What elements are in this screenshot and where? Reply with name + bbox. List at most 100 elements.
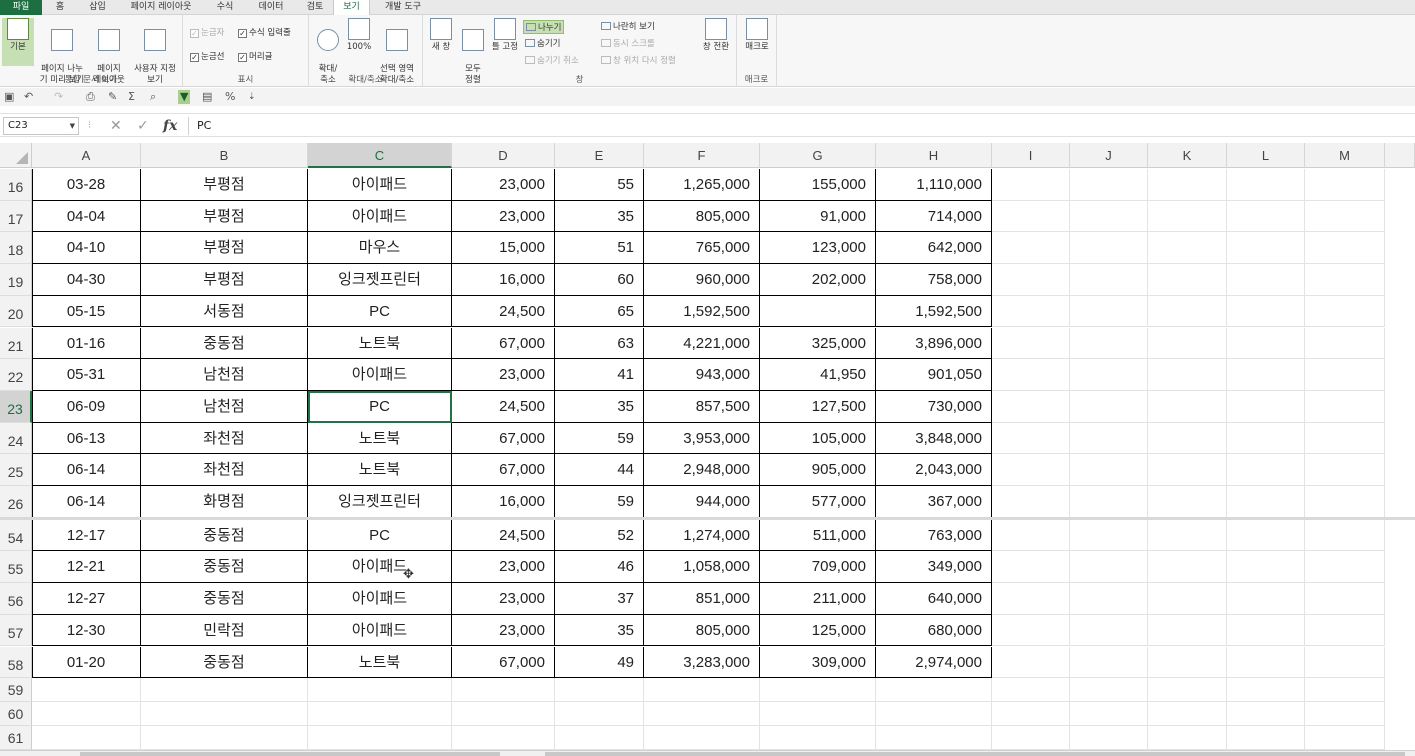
empty-cell[interactable] — [32, 726, 141, 751]
undo-icon[interactable]: ↶ — [24, 90, 33, 104]
cell-g23[interactable]: 127,500 — [760, 390, 876, 423]
cell-c20[interactable]: PC — [308, 295, 452, 328]
cell-a19[interactable]: 04-30 — [32, 264, 141, 296]
horizontal-scrollbar[interactable] — [0, 750, 1415, 756]
cell-b57[interactable]: 민락점 — [141, 614, 308, 647]
cell-g19[interactable]: 202,000 — [760, 264, 876, 296]
empty-cell[interactable] — [992, 264, 1070, 296]
empty-cell[interactable] — [644, 702, 760, 727]
zoom-button[interactable]: 확대/ 축소 — [311, 18, 345, 85]
row-header[interactable]: 56 — [0, 583, 32, 615]
empty-cell[interactable] — [32, 678, 141, 703]
empty-cell[interactable] — [992, 551, 1070, 584]
empty-cell[interactable] — [1227, 169, 1305, 201]
cell-d26[interactable]: 16,000 — [452, 486, 555, 518]
ribbon-tab[interactable]: 데이터 — [245, 0, 297, 15]
empty-cell[interactable] — [1227, 327, 1305, 360]
empty-cell[interactable] — [992, 726, 1070, 751]
empty-cell[interactable] — [1148, 726, 1227, 751]
scrollbar-thumb-right[interactable] — [545, 752, 1405, 756]
gridlines-checkbox[interactable]: ✓ 눈금선 — [190, 51, 224, 63]
cell-h58[interactable]: 2,974,000 — [876, 646, 992, 679]
cell-e24[interactable]: 59 — [555, 422, 644, 455]
cell-g17[interactable]: 91,000 — [760, 200, 876, 233]
empty-cell[interactable] — [992, 614, 1070, 647]
row-header[interactable]: 19 — [0, 264, 32, 296]
empty-cell[interactable] — [1070, 169, 1148, 201]
empty-cell[interactable] — [1070, 390, 1148, 423]
row-header[interactable]: 23 — [0, 390, 32, 423]
empty-cell[interactable] — [1305, 390, 1385, 423]
cell-a20[interactable]: 05-15 — [32, 295, 141, 328]
empty-cell[interactable] — [992, 422, 1070, 455]
empty-cell[interactable] — [1148, 583, 1227, 615]
empty-cell[interactable] — [452, 726, 555, 751]
empty-cell[interactable] — [308, 678, 452, 703]
empty-cell[interactable] — [1148, 422, 1227, 455]
cell-f23[interactable]: 857,500 — [644, 390, 760, 423]
cell-b56[interactable]: 중동점 — [141, 583, 308, 615]
empty-cell[interactable] — [1148, 646, 1227, 679]
empty-cell[interactable] — [1305, 200, 1385, 233]
cell-h19[interactable]: 758,000 — [876, 264, 992, 296]
empty-cell[interactable] — [1305, 169, 1385, 201]
switch-windows-button[interactable]: 창 전환 — [698, 18, 734, 66]
empty-cell[interactable] — [308, 726, 452, 751]
cell-e54[interactable]: 52 — [555, 519, 644, 552]
formula-bar-checkbox[interactable]: ✓ 수식 입력줄 — [238, 27, 291, 39]
row-header[interactable]: 17 — [0, 200, 32, 233]
row-header[interactable]: 26 — [0, 486, 32, 518]
cell-d20[interactable]: 24,500 — [452, 295, 555, 328]
row-header[interactable]: 25 — [0, 454, 32, 486]
empty-cell[interactable] — [644, 726, 760, 751]
cell-g57[interactable]: 125,000 — [760, 614, 876, 647]
page-layout-button[interactable]: 페이지 레이아웃 — [89, 18, 129, 85]
cell-e26[interactable]: 59 — [555, 486, 644, 518]
cell-e21[interactable]: 63 — [555, 327, 644, 360]
empty-cell[interactable] — [1227, 264, 1305, 296]
empty-cell[interactable] — [1227, 486, 1305, 518]
save-icon[interactable]: ▣ — [4, 90, 14, 104]
cell-e17[interactable]: 35 — [555, 200, 644, 233]
cell-a58[interactable]: 01-20 — [32, 646, 141, 679]
row-header[interactable]: 16 — [0, 169, 32, 201]
cell-g58[interactable]: 309,000 — [760, 646, 876, 679]
cell-f19[interactable]: 960,000 — [644, 264, 760, 296]
empty-cell[interactable] — [1227, 726, 1305, 751]
cancel-icon[interactable]: ✕ — [110, 117, 122, 135]
formula-input[interactable]: PC — [188, 117, 1413, 135]
empty-cell[interactable] — [1148, 200, 1227, 233]
cell-e56[interactable]: 37 — [555, 583, 644, 615]
empty-cell[interactable] — [1227, 422, 1305, 455]
empty-cell[interactable] — [992, 519, 1070, 552]
cell-c54[interactable]: PC — [308, 519, 452, 552]
empty-cell[interactable] — [1305, 232, 1385, 265]
cell-g20[interactable] — [760, 295, 876, 328]
empty-cell[interactable] — [992, 702, 1070, 727]
cell-a21[interactable]: 01-16 — [32, 327, 141, 360]
empty-cell[interactable] — [1148, 519, 1227, 552]
cell-d54[interactable]: 24,500 — [452, 519, 555, 552]
view-side-by-side-button[interactable]: 나란히 보기 — [601, 20, 655, 34]
cell-g24[interactable]: 105,000 — [760, 422, 876, 455]
empty-cell[interactable] — [1070, 454, 1148, 486]
empty-cell[interactable] — [1305, 519, 1385, 552]
column-header-f[interactable]: F — [644, 143, 760, 168]
ribbon-tab[interactable]: 삽입 — [78, 0, 117, 15]
empty-cell[interactable] — [1148, 232, 1227, 265]
row-header[interactable]: 22 — [0, 359, 32, 391]
column-header-m[interactable]: M — [1305, 143, 1385, 168]
empty-cell[interactable] — [760, 678, 876, 703]
empty-cell[interactable] — [1305, 264, 1385, 296]
empty-cell[interactable] — [1070, 359, 1148, 391]
print-preview-icon[interactable]: ⎙ — [86, 90, 95, 104]
cell-c23[interactable]: PC — [308, 390, 452, 423]
empty-cell[interactable] — [1070, 726, 1148, 751]
cell-h55[interactable]: 349,000 — [876, 551, 992, 584]
cell-f25[interactable]: 2,948,000 — [644, 454, 760, 486]
ribbon-tab[interactable]: 보기 — [333, 0, 370, 16]
empty-cell[interactable] — [1227, 678, 1305, 703]
empty-cell[interactable] — [1227, 551, 1305, 584]
cell-g16[interactable]: 155,000 — [760, 169, 876, 201]
cell-b16[interactable]: 부평점 — [141, 169, 308, 201]
